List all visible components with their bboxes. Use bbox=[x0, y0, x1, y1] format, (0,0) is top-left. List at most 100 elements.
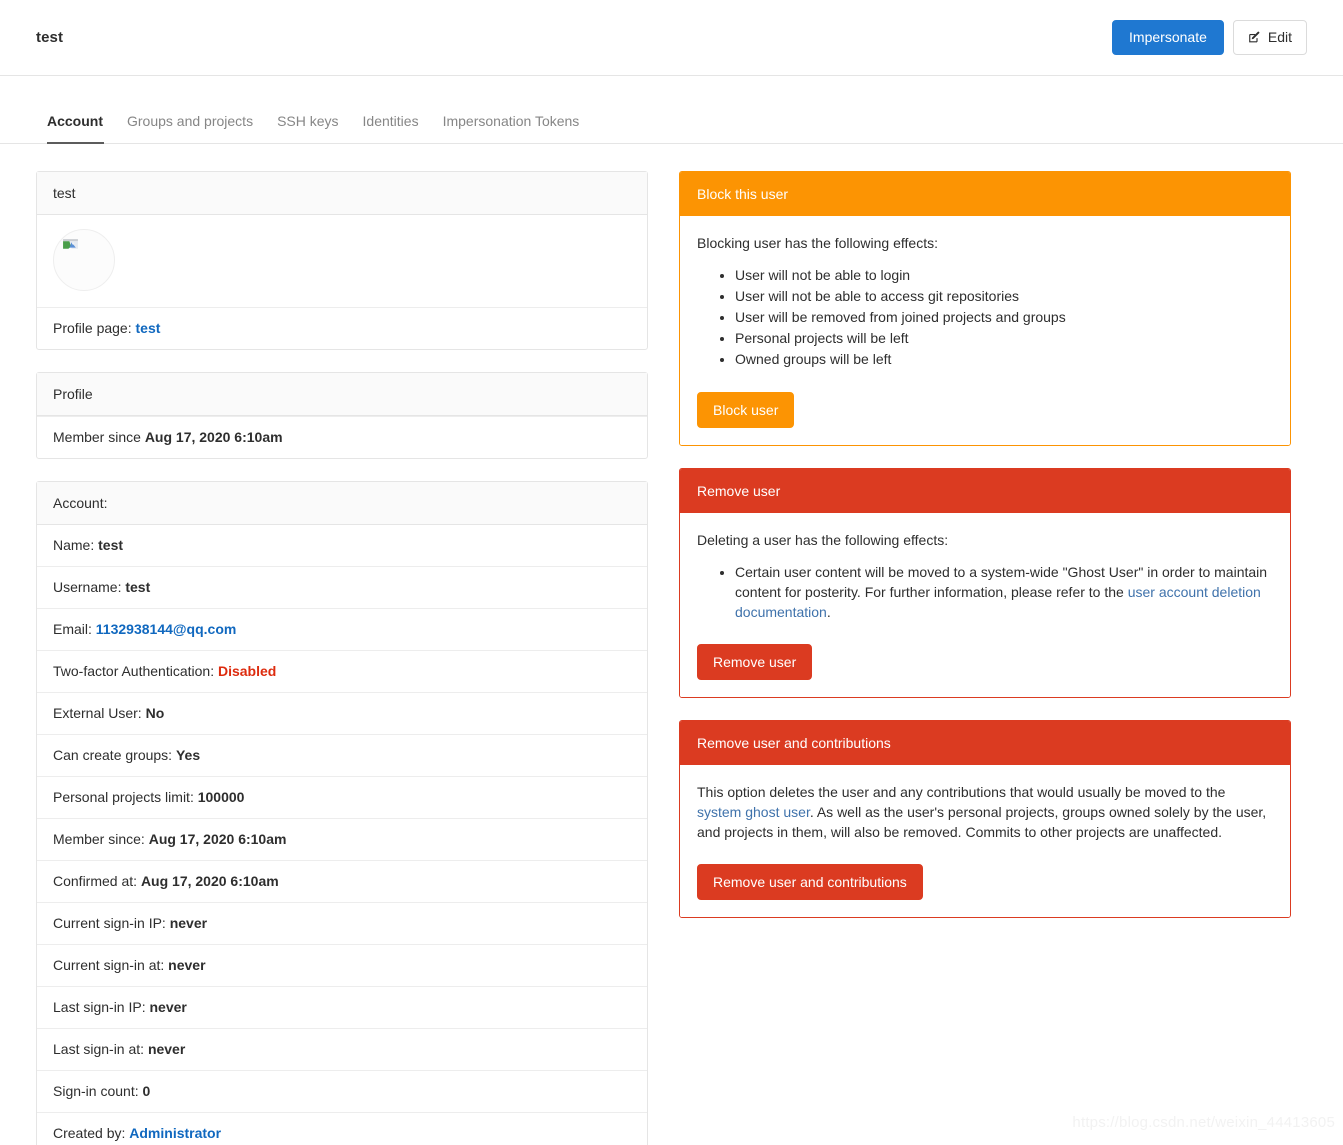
remove-user-and-contributions-button[interactable]: Remove user and contributions bbox=[697, 864, 923, 900]
account-row-value: never bbox=[168, 957, 206, 973]
profile-page-link[interactable]: test bbox=[136, 320, 161, 336]
edit-button[interactable]: Edit bbox=[1232, 19, 1307, 56]
remove-user-button[interactable]: Remove user bbox=[697, 644, 813, 680]
account-row-label: Current sign-in at: bbox=[53, 957, 169, 973]
block-effect-item: User will not be able to login bbox=[735, 265, 1273, 285]
account-row: Created by: Administrator bbox=[37, 1112, 647, 1145]
account-row-label: Confirmed at: bbox=[53, 873, 141, 889]
account-row: Member since: Aug 17, 2020 6:10am bbox=[37, 818, 647, 860]
edit-button-label: Edit bbox=[1267, 28, 1292, 45]
user-summary-card-header: test bbox=[37, 172, 647, 215]
account-row-label: Current sign-in IP: bbox=[53, 915, 170, 931]
remove-user-panel-title: Remove user bbox=[680, 469, 1290, 513]
account-row-value[interactable]: 1132938144@qq.com bbox=[96, 621, 237, 637]
remove-effects-list: Certain user content will be moved to a … bbox=[697, 562, 1273, 622]
account-row: Username: test bbox=[37, 566, 647, 608]
account-row-label: Sign-in count: bbox=[53, 1083, 143, 1099]
block-effects-list: User will not be able to loginUser will … bbox=[697, 265, 1273, 369]
left-column: test Profile page: test Profile Member s… bbox=[36, 171, 648, 1145]
block-user-intro: Blocking user has the following effects: bbox=[697, 235, 938, 251]
tab-account[interactable]: Account bbox=[36, 113, 115, 144]
remove-effect-item: Certain user content will be moved to a … bbox=[735, 562, 1273, 622]
account-row-value: 100000 bbox=[197, 789, 245, 805]
account-row: Sign-in count: 0 bbox=[37, 1070, 647, 1112]
profile-card-header: Profile bbox=[37, 373, 647, 416]
account-row-label: Can create groups: bbox=[53, 747, 176, 763]
profile-card: Profile Member since Aug 17, 2020 6:10am bbox=[36, 372, 648, 459]
account-row: Confirmed at: Aug 17, 2020 6:10am bbox=[37, 860, 647, 902]
account-row-label: Last sign-in IP: bbox=[53, 999, 150, 1015]
system-ghost-user-link[interactable]: system ghost user bbox=[697, 804, 810, 820]
page-title: test bbox=[36, 29, 64, 46]
remove-user-and-contributions-panel-title: Remove user and contributions bbox=[680, 721, 1290, 765]
remove-contrib-paragraph: This option deletes the user and any con… bbox=[697, 782, 1273, 842]
profile-page-row: Profile page: test bbox=[37, 307, 647, 349]
account-row: Personal projects limit: 100000 bbox=[37, 776, 647, 818]
main-content: test Profile page: test Profile Member s… bbox=[0, 144, 1343, 1145]
remove-user-panel-body: Deleting a user has the following effect… bbox=[680, 513, 1290, 697]
remove-contrib-text-before: This option deletes the user and any con… bbox=[697, 784, 1226, 800]
page-header: test Impersonate Edit bbox=[0, 0, 1343, 76]
account-row-value: No bbox=[145, 705, 165, 721]
block-effect-item: User will be removed from joined project… bbox=[735, 307, 1273, 327]
account-row-label: External User: bbox=[53, 705, 146, 721]
account-row: Current sign-in at: never bbox=[37, 944, 647, 986]
account-row-label: Last sign-in at: bbox=[53, 1041, 148, 1057]
admin-user-page: test Impersonate Edit Account Groups and… bbox=[0, 0, 1343, 1145]
account-row-label: Email: bbox=[53, 621, 96, 637]
block-user-panel-title: Block this user bbox=[680, 172, 1290, 216]
block-effect-item: Owned groups will be left bbox=[735, 349, 1273, 369]
avatar-section bbox=[37, 215, 647, 307]
account-row: Last sign-in IP: never bbox=[37, 986, 647, 1028]
tab-identities[interactable]: Identities bbox=[351, 113, 431, 143]
account-row-label: Personal projects limit: bbox=[53, 789, 198, 805]
tab-ssh-keys[interactable]: SSH keys bbox=[265, 113, 350, 143]
remove-user-intro: Deleting a user has the following effect… bbox=[697, 532, 949, 548]
account-row-value: never bbox=[147, 1041, 186, 1057]
account-card: Account: Name: test Username: test Email: … bbox=[36, 481, 648, 1145]
block-effect-item: Personal projects will be left bbox=[735, 328, 1273, 348]
account-row: External User: No bbox=[37, 692, 647, 734]
account-row-label: Two-factor Authentication: bbox=[53, 663, 218, 679]
broken-image-icon bbox=[62, 237, 79, 254]
account-row: Current sign-in IP: never bbox=[37, 902, 647, 944]
account-row-value: Disabled bbox=[217, 663, 277, 679]
header-actions: Impersonate Edit bbox=[1112, 19, 1307, 56]
account-row-label: Created by: bbox=[53, 1125, 130, 1141]
account-rows: Name: test Username: test Email: 113293814… bbox=[37, 525, 647, 1145]
tab-bar: Account Groups and projects SSH keys Ide… bbox=[0, 76, 1343, 144]
block-user-panel: Block this user Blocking user has the fo… bbox=[679, 171, 1291, 446]
account-row-label: Name: bbox=[53, 537, 99, 553]
remove-user-and-contributions-panel: Remove user and contributions This optio… bbox=[679, 720, 1291, 918]
account-row: Name: test bbox=[37, 525, 647, 566]
tab-impersonation-tokens[interactable]: Impersonation Tokens bbox=[431, 113, 592, 143]
block-user-panel-body: Blocking user has the following effects:… bbox=[680, 216, 1290, 445]
pencil-square-icon bbox=[1248, 30, 1262, 44]
tab-groups-and-projects[interactable]: Groups and projects bbox=[115, 113, 265, 143]
account-row-value: Aug 17, 2020 6:10am bbox=[140, 873, 279, 889]
account-row-value: Aug 17, 2020 6:10am bbox=[148, 831, 287, 847]
user-summary-card: test Profile page: test bbox=[36, 171, 648, 350]
account-card-header: Account: bbox=[37, 482, 647, 525]
account-row: Last sign-in at: never bbox=[37, 1028, 647, 1070]
member-since-label: Member since bbox=[53, 429, 145, 445]
account-row-value: test bbox=[125, 579, 151, 595]
remove-user-and-contributions-panel-body: This option deletes the user and any con… bbox=[680, 765, 1290, 917]
account-row-value[interactable]: Administrator bbox=[129, 1125, 221, 1141]
right-column: Block this user Blocking user has the fo… bbox=[679, 171, 1291, 1145]
block-user-button[interactable]: Block user bbox=[697, 392, 795, 428]
account-row-value: never bbox=[169, 915, 208, 931]
account-row-value: Yes bbox=[175, 747, 201, 763]
account-row-value: test bbox=[98, 537, 124, 553]
remove-effect-text-after: . bbox=[826, 604, 831, 620]
profile-page-label: Profile page: bbox=[53, 320, 136, 336]
account-row: Email: 1132938144@qq.com bbox=[37, 608, 647, 650]
account-row: Can create groups: Yes bbox=[37, 734, 647, 776]
impersonate-button[interactable]: Impersonate bbox=[1112, 19, 1224, 56]
avatar bbox=[53, 229, 115, 291]
remove-user-panel: Remove user Deleting a user has the foll… bbox=[679, 468, 1291, 698]
watermark: https://blog.csdn.net/weixin_44413605 bbox=[1072, 1114, 1335, 1131]
account-row-label: Member since: bbox=[53, 831, 149, 847]
account-row-value: 0 bbox=[142, 1083, 151, 1099]
block-effect-item: User will not be able to access git repo… bbox=[735, 286, 1273, 306]
